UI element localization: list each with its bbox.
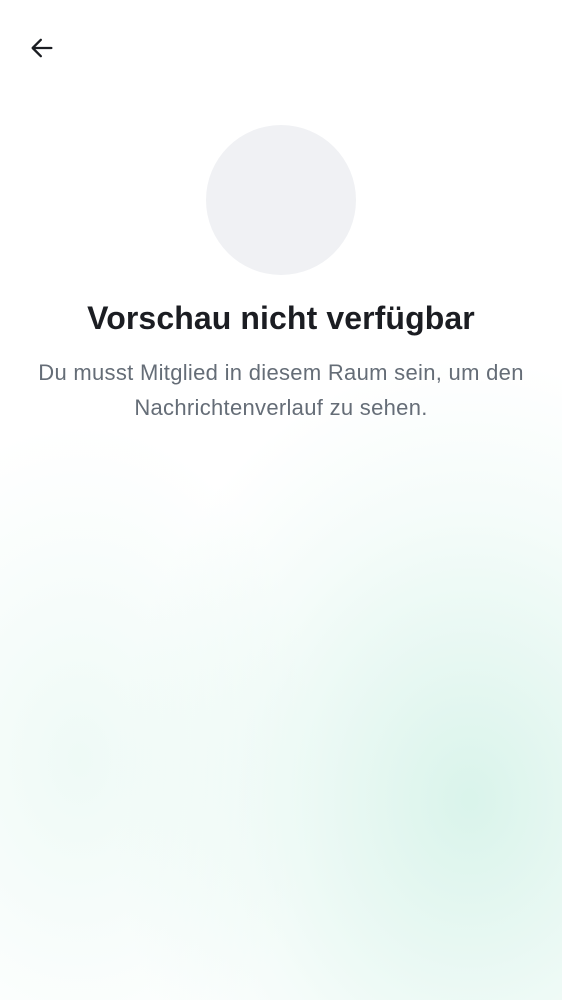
preview-message: Du musst Mitglied in diesem Raum sein, u… xyxy=(38,360,524,420)
room-preview-screen: Vorschau nicht verfügbar Du musst Mitgli… xyxy=(0,0,562,1000)
preview-title: Vorschau nicht verfügbar xyxy=(87,300,475,336)
arrow-left-icon xyxy=(28,34,56,67)
room-avatar xyxy=(206,125,356,275)
back-button[interactable] xyxy=(18,26,66,74)
